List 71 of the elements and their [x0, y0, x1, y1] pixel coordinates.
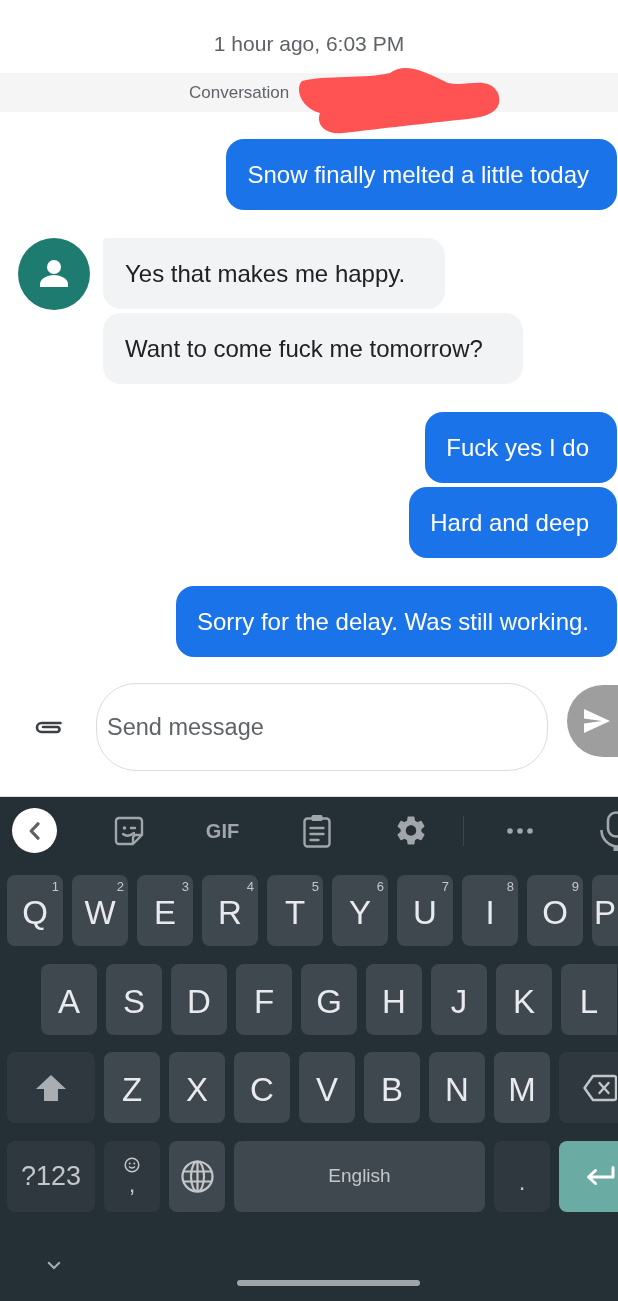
keyboard-key[interactable]: R 4: [202, 875, 258, 946]
sent-message: Hard and deep: [409, 487, 617, 558]
keyboard-key[interactable]: E 3: [137, 875, 193, 946]
digit-hint: 3: [181, 880, 189, 893]
symbols-key[interactable]: ?123: [7, 1140, 95, 1212]
language-key[interactable]: [169, 1140, 225, 1212]
digit-hint: 2: [116, 880, 124, 893]
received-message: Want to come fuck me tomorrow?: [103, 313, 523, 384]
digit-hint: 9: [571, 880, 579, 893]
received-message: Yes that makes me happy.: [103, 238, 446, 309]
shift-key[interactable]: [7, 1052, 95, 1123]
keyboard-key[interactable]: M: [494, 1052, 550, 1123]
enter-arrow-icon: [585, 1166, 615, 1186]
chevron-left-icon: [29, 821, 40, 840]
digit-hint: 4: [246, 880, 254, 893]
keyboard-key[interactable]: P: [592, 875, 618, 946]
chevron-down-icon[interactable]: [47, 1260, 61, 1270]
keyboard-key[interactable]: B: [364, 1052, 420, 1123]
gif-button[interactable]: GIF: [200, 808, 245, 853]
digit-hint: 6: [376, 880, 384, 893]
keyboard-key[interactable]: V: [299, 1052, 355, 1123]
backspace-icon: [583, 1073, 617, 1102]
globe-icon: [180, 1159, 214, 1193]
keyboard-key[interactable]: Y 6: [332, 875, 388, 946]
enter-key[interactable]: [559, 1140, 618, 1212]
comma-key[interactable]: ,: [104, 1140, 160, 1212]
keyboard-key[interactable]: L: [561, 963, 617, 1035]
digit-hint: 7: [441, 880, 449, 893]
keyboard-key[interactable]: H: [366, 963, 422, 1035]
person-avatar-icon: [18, 238, 90, 310]
sticker-icon: [113, 815, 144, 846]
send-button[interactable]: [567, 685, 618, 757]
sent-message: Fuck yes I do: [425, 412, 617, 483]
period-key[interactable]: .: [494, 1140, 550, 1212]
space-bar[interactable]: English: [234, 1140, 485, 1212]
keyboard-key[interactable]: K: [496, 963, 552, 1035]
message-input[interactable]: Send message: [96, 683, 548, 771]
keyboard-key[interactable]: F: [236, 963, 292, 1035]
send-icon: [583, 709, 610, 733]
microphone-icon[interactable]: [600, 810, 618, 851]
keyboard-key[interactable]: S: [106, 963, 162, 1035]
timestamp: 1 hour ago, 6:03 PM: [213, 31, 405, 57]
keyboard-key[interactable]: W 2: [72, 875, 128, 946]
paperclip-icon: [33, 719, 63, 735]
keyboard-key[interactable]: T 5: [267, 875, 323, 946]
keyboard-key[interactable]: O 9: [527, 875, 583, 946]
keyboard-key[interactable]: J: [431, 963, 487, 1035]
sent-message: Sorry for the delay. Was still working.: [175, 586, 617, 657]
keyboard-key[interactable]: I 8: [462, 875, 518, 946]
keyboard-key[interactable]: A: [41, 963, 97, 1035]
keyboard-key[interactable]: X: [169, 1052, 225, 1123]
keyboard-key[interactable]: N: [429, 1052, 485, 1123]
smiley-icon: [124, 1157, 140, 1173]
settings-icon: [396, 816, 425, 845]
digit-hint: 8: [506, 880, 514, 893]
keyboard-key[interactable]: D: [171, 963, 227, 1035]
keyboard-key[interactable]: U 7: [397, 875, 453, 946]
digit-hint: 5: [311, 880, 319, 893]
more-icon: [506, 827, 533, 834]
banner-label: Conversation: [189, 81, 290, 104]
collapse-toolbar-button[interactable]: [12, 808, 57, 853]
sent-message: Snow finally melted a little today: [226, 139, 617, 210]
keyboard-key[interactable]: G: [301, 963, 357, 1035]
digit-hint: 1: [51, 880, 59, 893]
keyboard-key[interactable]: Z: [104, 1052, 160, 1123]
attach-button[interactable]: [33, 719, 63, 735]
keyboard-key[interactable]: C: [234, 1052, 290, 1123]
clipboard-icon: [302, 813, 331, 848]
keyboard-key[interactable]: Q 1: [7, 875, 63, 946]
shift-arrow-icon: [35, 1073, 67, 1102]
backspace-key[interactable]: [559, 1052, 618, 1123]
